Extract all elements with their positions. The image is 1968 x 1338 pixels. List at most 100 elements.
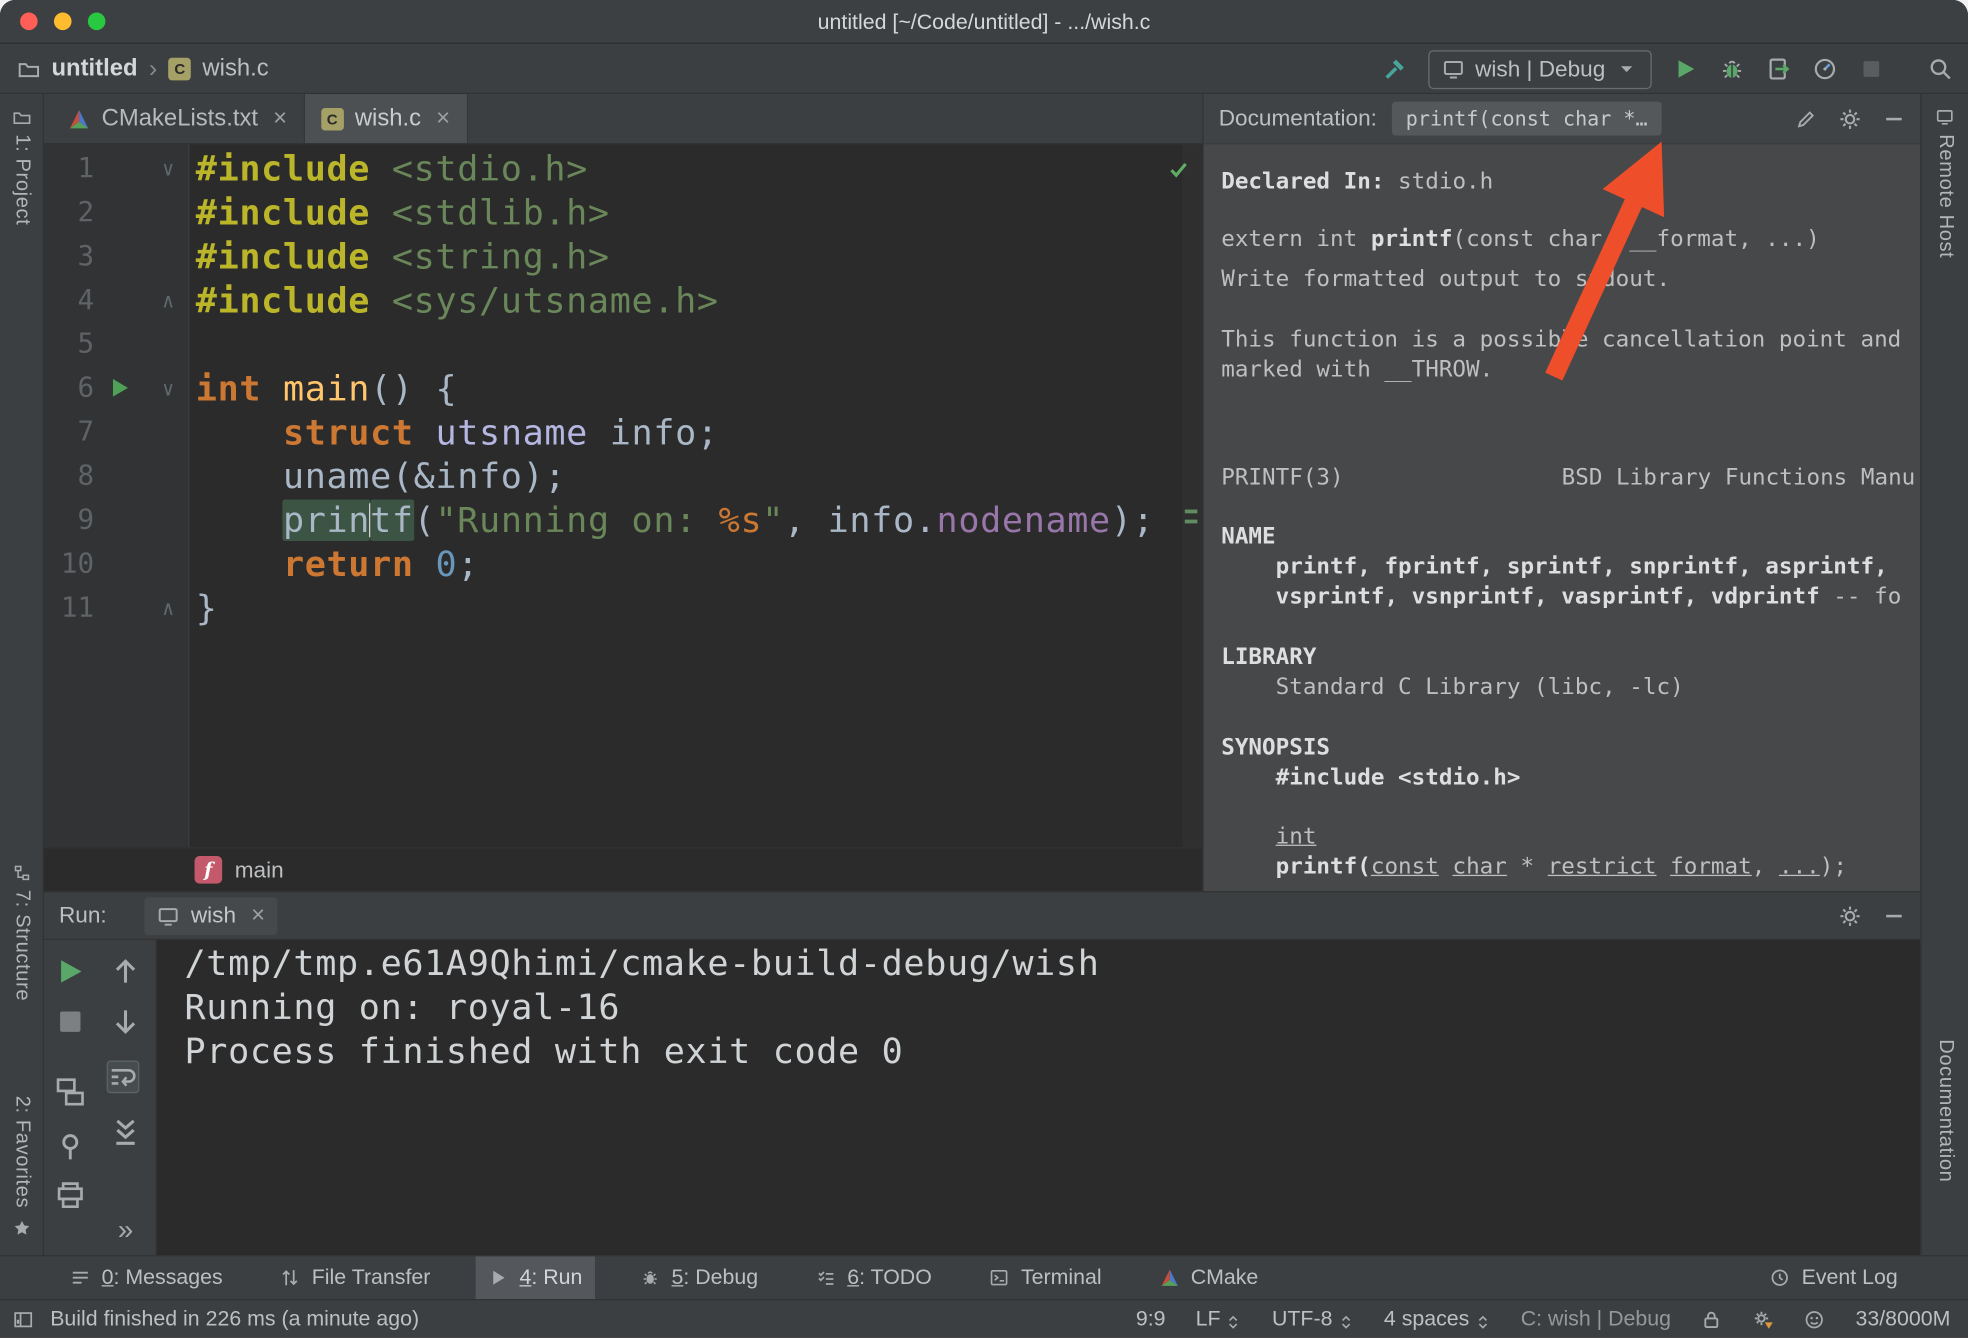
close-icon[interactable]: × (251, 902, 265, 930)
gear-icon[interactable] (1839, 904, 1862, 927)
close-icon[interactable]: × (273, 105, 287, 133)
application-window: untitled [~/Code/untitled] - .../wish.c … (0, 0, 1968, 1338)
doc-link[interactable]: ... (1779, 853, 1820, 879)
code-line[interactable]: 6∨int main() { (44, 366, 1202, 410)
run-button[interactable] (1673, 56, 1698, 81)
gear-update-icon[interactable] (1753, 1308, 1774, 1329)
scroll-to-end-button[interactable] (109, 1116, 142, 1149)
toolwindow-button-messages[interactable]: 0: Messages (58, 1256, 235, 1299)
toolwindow-button-debug[interactable]: 5: Debug (628, 1256, 771, 1299)
restore-layout-button[interactable] (54, 1076, 87, 1109)
memory-indicator[interactable]: 33/8000M (1856, 1307, 1951, 1332)
debug-button[interactable] (1719, 56, 1744, 81)
line-separator-select[interactable]: LF (1196, 1307, 1242, 1332)
fold-marker-icon[interactable]: ∨ (147, 366, 190, 410)
minimize-window-button[interactable] (54, 13, 72, 31)
code-line[interactable]: 4∧#include <sys/utsname.h> (44, 279, 1202, 323)
code-line[interactable]: 2#include <stdlib.h> (44, 191, 1202, 235)
run-line-icon[interactable] (113, 379, 128, 397)
code-text: struct utsname info; (190, 410, 719, 454)
sidebar-item-documentation[interactable]: Documentation (1922, 1039, 1968, 1182)
breadcrumb-file[interactable]: wish.c (202, 55, 268, 83)
hide-panel-icon[interactable] (1883, 904, 1906, 927)
pin-tab-button[interactable] (54, 1131, 87, 1164)
fold-marker-icon (147, 235, 190, 279)
code-line[interactable]: 1∨#include <stdio.h> (44, 147, 1202, 191)
sidebar-item-project[interactable]: 1: Project (0, 107, 43, 226)
doc-row: Declared In: stdio.h (1221, 167, 1915, 197)
inspections-ok-icon[interactable] (1166, 157, 1191, 182)
breadcrumb-function[interactable]: main (235, 857, 284, 883)
tab-cmakelists[interactable]: CMakeLists.txt × (51, 94, 304, 143)
tab-wishc[interactable]: C wish.c × (305, 94, 468, 143)
toolwindow-button-event-log[interactable]: Event Log (1758, 1256, 1911, 1299)
line-number: 11 (44, 586, 104, 630)
gutter-run-cell (104, 323, 147, 367)
doc-panel-title: Documentation: (1219, 105, 1377, 131)
resolve-context[interactable]: C: wish | Debug (1521, 1307, 1671, 1332)
zoom-window-button[interactable] (88, 13, 106, 31)
gutter-run-cell (104, 235, 147, 279)
more-options-button[interactable]: » (109, 1214, 142, 1247)
scroll-up-button[interactable] (109, 955, 142, 988)
toolwindow-button-filetransfer[interactable]: File Transfer (268, 1256, 443, 1299)
doc-link[interactable]: format (1670, 853, 1752, 879)
code-line[interactable]: 7 struct utsname info; (44, 410, 1202, 454)
code-line[interactable]: 5 (44, 323, 1202, 367)
close-window-button[interactable] (20, 13, 38, 31)
toolwindow-button-run[interactable]: 4: Run (476, 1256, 595, 1299)
toolwindow-button-todo[interactable]: 6: TODO (803, 1256, 944, 1299)
toolwindow-button-cmake[interactable]: CMake (1147, 1256, 1271, 1299)
code-line[interactable]: 9 printf("Running on: %s", info.nodename… (44, 498, 1202, 542)
code-editor[interactable]: 1∨#include <stdio.h>2#include <stdlib.h>… (44, 144, 1202, 847)
toolwindow-button-terminal[interactable]: Terminal (977, 1256, 1114, 1299)
console-output[interactable]: /tmp/tmp.e61A9Qhimi/cmake-build-debug/wi… (157, 940, 1920, 1255)
doc-link[interactable]: restrict (1548, 853, 1657, 879)
gear-icon[interactable] (1839, 107, 1862, 130)
doc-tab[interactable]: printf(const char *… (1392, 102, 1661, 136)
lock-icon[interactable] (1701, 1308, 1722, 1329)
toolwindow-toggle-icon[interactable] (13, 1308, 34, 1329)
status-message[interactable]: Build finished in 226 ms (a minute ago) (50, 1307, 419, 1332)
profiler-button[interactable] (1812, 56, 1837, 81)
doc-link[interactable]: char (1452, 853, 1506, 879)
stop-button[interactable] (54, 1005, 87, 1038)
run-tab-label: wish (191, 902, 236, 928)
status-face-icon[interactable] (1804, 1308, 1825, 1329)
sidebar-item-structure[interactable]: 7: Structure (0, 862, 43, 1001)
code-line[interactable]: 3#include <string.h> (44, 235, 1202, 279)
status-widgets: 9:9 LF UTF-8 4 spaces C: wish | Debug 33… (1136, 1307, 1968, 1332)
rerun-button[interactable] (54, 955, 87, 988)
sidebar-item-favorites[interactable]: 2: Favorites (0, 1096, 43, 1236)
print-button[interactable] (54, 1179, 87, 1212)
build-hammer-icon[interactable] (1382, 56, 1407, 81)
code-line[interactable]: 10 return 0; (44, 542, 1202, 586)
titlebar[interactable]: untitled [~/Code/untitled] - .../wish.c (0, 0, 1968, 44)
run-tab[interactable]: wish × (144, 897, 277, 935)
hide-panel-icon[interactable] (1883, 107, 1906, 130)
doc-link[interactable]: int (1276, 823, 1317, 849)
function-badge-icon: f (195, 856, 223, 884)
edit-source-icon[interactable] (1795, 107, 1818, 130)
soft-wrap-button[interactable] (107, 1061, 140, 1094)
code-line[interactable]: 11∧} (44, 586, 1202, 630)
search-icon[interactable] (1928, 56, 1953, 81)
stop-button[interactable] (1859, 56, 1884, 81)
close-icon[interactable]: × (436, 105, 450, 133)
breadcrumb-project[interactable]: untitled (51, 55, 137, 83)
fold-marker-icon[interactable]: ∨ (147, 147, 190, 191)
doc-link[interactable]: const (1371, 853, 1439, 879)
coverage-button[interactable] (1766, 56, 1791, 81)
scroll-down-button[interactable] (109, 1005, 142, 1038)
terminal-icon (990, 1268, 1010, 1288)
gutter-run-cell[interactable] (104, 366, 147, 410)
fold-marker-icon[interactable]: ∧ (147, 586, 190, 630)
fold-marker-icon[interactable]: ∧ (147, 279, 190, 323)
caret-position[interactable]: 9:9 (1136, 1307, 1166, 1332)
code-line[interactable]: 8 uname(&info); (44, 454, 1202, 498)
encoding-select[interactable]: UTF-8 (1272, 1307, 1354, 1332)
indent-select[interactable]: 4 spaces (1384, 1307, 1491, 1332)
doc-row: NAME (1221, 522, 1915, 552)
sidebar-item-remote-host[interactable]: Remote Host (1922, 107, 1968, 259)
run-config-select[interactable]: wish | Debug (1429, 50, 1652, 89)
